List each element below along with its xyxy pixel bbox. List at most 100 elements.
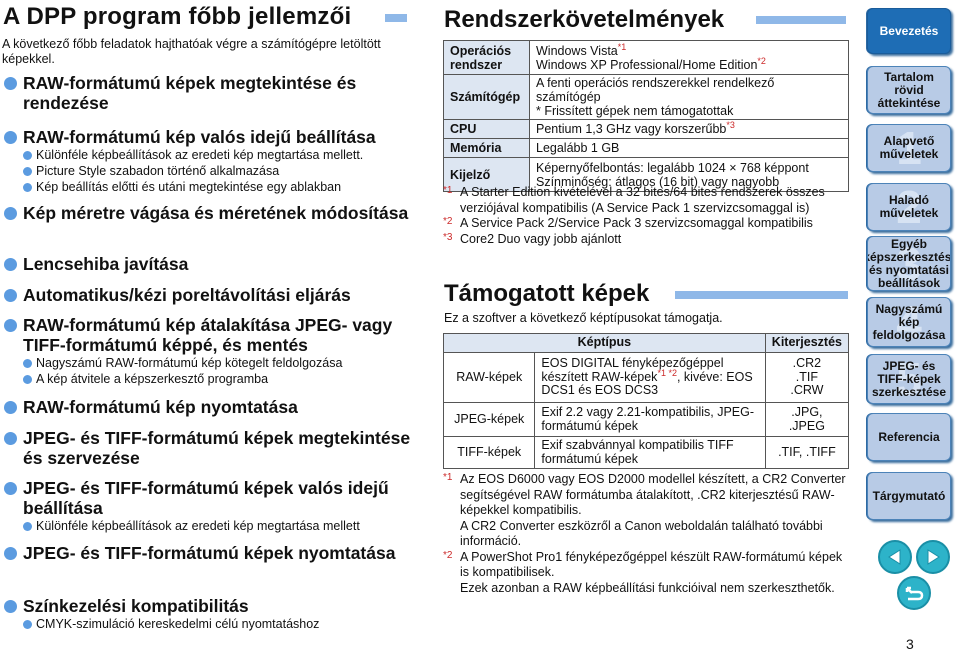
feature-item: RAW-formátumú kép nyomtatása <box>4 397 424 417</box>
next-page-button[interactable] <box>916 540 950 574</box>
feature-subitem: Kép beállítás előtti és utáni megtekinté… <box>23 179 424 195</box>
requirement-line: A fenti operációs rendszerekkel rendelke… <box>536 76 842 104</box>
nav-button[interactable]: 4 Nagyszámú kép feldolgozása <box>867 297 951 347</box>
bullet-icon <box>23 522 32 531</box>
nav-button-label: Tartalom rövid áttekintése <box>877 69 941 110</box>
nav-button[interactable]: 2 Haladó műveletek <box>867 183 951 231</box>
bullet-icon <box>4 432 17 445</box>
footnote-line: Ezek azonban a RAW képbeállítási funkció… <box>460 580 835 595</box>
requirement-line: Pentium 1,3 GHz vagy korszerűbb*3 <box>536 120 842 136</box>
footnote-mark: *1 <box>443 472 453 483</box>
footnote: *2 A Service Pack 2/Service Pack 3 szervi… <box>443 216 853 232</box>
image-type-desc: Exif szabvánnyal kompatibilis TIFF formá… <box>534 436 766 469</box>
feature-title: JPEG- és TIFF-formátumú képek nyomtatása <box>23 543 396 563</box>
footnote-text: Core2 Duo vagy jobb ajánlott <box>460 231 622 246</box>
extension: .CR2 <box>792 356 822 371</box>
return-button[interactable] <box>897 576 931 610</box>
requirement-text: Képernyőfelbontás: legalább 1024 × 768 k… <box>536 160 809 175</box>
nav-button-label: Tárgymutató <box>872 488 946 503</box>
feature-item: Kép méretre vágása és méretének módosítá… <box>4 203 424 223</box>
requirement-text: A fenti operációs rendszerekkel rendelke… <box>536 76 775 104</box>
bullet-icon <box>4 207 17 220</box>
footnote: *1 A Starter Edition kivételével a 32 bit… <box>443 185 853 216</box>
bullet-icon <box>4 131 17 144</box>
footnote-ref: *2 <box>757 55 766 66</box>
requirement-line: * Frissített gépek nem támogatottak <box>536 104 842 118</box>
feature-subitem-text: Kép beállítás előtti és utáni megtekinté… <box>36 180 342 194</box>
requirements-table: Operációs rendszer Windows Vista*1 Windows… <box>443 40 849 192</box>
col-header-ext: Kiterjesztés <box>764 333 850 353</box>
bullet-icon <box>4 289 17 302</box>
requirements-row: Memória Legalább 1 GB <box>443 138 849 158</box>
nav-button[interactable]: 3 Egyéb képszerkesztési és nyomtatási beá… <box>867 236 951 291</box>
feature-title: Automatikus/kézi poreltávolítási eljárás <box>23 285 351 305</box>
nav-button[interactable]: 1 Alapvető műveletek <box>867 124 951 172</box>
nav-button-label: Egyéb képszerkesztési és nyomtatási beál… <box>867 236 951 290</box>
title-bar <box>385 14 407 22</box>
requirements-title-bar <box>756 16 846 24</box>
feature-title: Kép méretre vágása és méretének módosítá… <box>23 203 409 223</box>
footnote-text: A Service Pack 2/Service Pack 3 szervizc… <box>460 216 813 230</box>
nav-button[interactable]: Bevezetés <box>867 8 951 54</box>
requirement-text: Windows XP Professional/Home Edition <box>536 57 758 72</box>
feature-item: JPEG- és TIFF-formátumú képek valós idej… <box>4 478 424 534</box>
bullet-icon <box>23 151 32 160</box>
feature-subitem-text: Különféle képbeállítások az eredeti kép … <box>36 519 360 533</box>
bullet-icon <box>4 77 17 90</box>
footnote-line: Az EOS D6000 vagy EOS D2000 modellel kés… <box>460 472 846 517</box>
requirement-label: Számítógép <box>443 74 530 120</box>
image-types-table: Képtípus Kiterjesztés RAW-képek EOS DIGIT… <box>442 333 850 469</box>
feature-item: JPEG- és TIFF-formátumú képek nyomtatása <box>4 543 424 563</box>
footnote-mark: *2 <box>443 549 453 561</box>
feature-title: RAW-formátumú képek megtekintése és rend… <box>23 73 357 113</box>
requirement-line: Legalább 1 GB <box>536 141 842 155</box>
nav-button[interactable]: 5 JPEG- és TIFF-képek szerkesztése <box>867 354 951 404</box>
footnote: *3 Core2 Duo vagy jobb ajánlott <box>443 232 853 248</box>
nav-button-label: Nagyszámú kép feldolgozása <box>872 301 946 342</box>
feature-subitem: Nagyszámú RAW-formátumú kép kötegelt fel… <box>23 355 424 371</box>
footnote: *1 Az EOS D6000 vagy EOS D2000 modellel k… <box>443 472 853 550</box>
requirement-text: Legalább 1 GB <box>536 141 620 155</box>
bullet-icon <box>4 600 17 613</box>
feature-subitem: Picture Style szabadon történő alkalmazá… <box>23 163 424 179</box>
feature-title: Lencsehiba javítása <box>23 254 189 274</box>
nav-button-label: Alapvető műveletek <box>879 134 939 161</box>
desc-text: Exif 2.2 vagy 2.21-kompatibilis, JPEG-fo… <box>541 405 755 433</box>
feature-subitem-text: CMYK-szimuláció kereskedelmi célú nyomta… <box>36 617 320 631</box>
nav-button[interactable]: Tárgymutató <box>867 472 951 520</box>
requirement-line: Képernyőfelbontás: legalább 1024 × 768 k… <box>536 161 842 175</box>
image-type: TIFF-képek <box>442 436 536 469</box>
image-extensions: .TIF, .TIFF <box>764 436 850 469</box>
feature-item: RAW-formátumú képek megtekintése és rend… <box>4 73 424 113</box>
image-type: JPEG-képek <box>442 402 536 437</box>
bullet-icon <box>4 482 17 495</box>
requirement-label: CPU <box>443 119 530 139</box>
footnote-mark: *3 <box>443 231 453 243</box>
nav-button-label: Referencia <box>878 429 940 444</box>
image-type-row: RAW-képek EOS DIGITAL fényképezőgéppel ké… <box>442 352 850 403</box>
requirement-value: Legalább 1 GB <box>529 138 849 158</box>
feature-title: JPEG- és TIFF-formátumú képek valós idej… <box>23 478 389 518</box>
feature-subitem: Különféle képbeállítások az eredeti kép … <box>23 147 424 163</box>
nav-button[interactable]: Tartalom rövid áttekintése <box>867 66 951 114</box>
feature-title: RAW-formátumú kép nyomtatása <box>23 397 298 417</box>
bullet-icon <box>23 167 32 176</box>
nav-button-label: Haladó műveletek <box>879 193 939 220</box>
feature-item: Színkezelési kompatibilitás CMYK-szimulác… <box>4 596 424 632</box>
image-type-row: TIFF-képek Exif szabvánnyal kompatibilis … <box>442 436 850 469</box>
requirements-row: Számítógép A fenti operációs rendszerekke… <box>443 74 849 120</box>
bullet-icon <box>4 319 17 332</box>
feature-item: JPEG- és TIFF-formátumú képek megtekinté… <box>4 428 424 468</box>
nav-button-label: Bevezetés <box>879 23 939 38</box>
nav-button[interactable]: Referencia <box>867 413 951 461</box>
features-intro: A következő főbb feladatok hajthatóak vé… <box>2 37 381 66</box>
feature-subitem-text: Picture Style szabadon történő alkalmazá… <box>36 164 280 178</box>
prev-page-button[interactable] <box>878 540 912 574</box>
requirement-line: Windows Vista*1 <box>536 42 842 58</box>
feature-title: Színkezelési kompatibilitás <box>23 596 249 616</box>
return-icon <box>905 586 924 601</box>
feature-item: RAW-formátumú kép valós idejű beállítása… <box>4 127 424 195</box>
feature-subitem-text: Nagyszámú RAW-formátumú kép kötegelt fel… <box>36 356 343 370</box>
image-type-desc: EOS DIGITAL fényképezőgéppel készített R… <box>534 352 766 403</box>
feature-subitem: A kép átvitele a képszerkesztő programba <box>23 371 424 387</box>
